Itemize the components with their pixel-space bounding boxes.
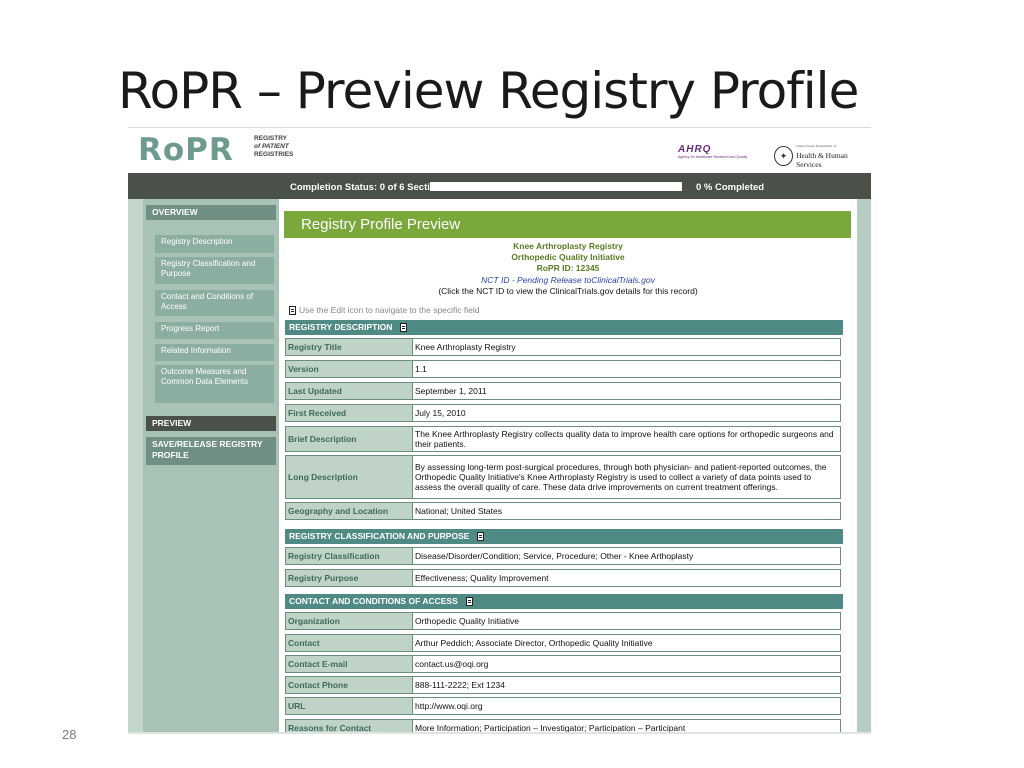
slide-number: 28 bbox=[62, 727, 77, 742]
ropr-logo[interactable]: RoPR bbox=[138, 132, 234, 168]
section-header-registry-description: REGISTRY DESCRIPTION bbox=[285, 320, 843, 335]
field-value: Effectiveness; Quality Improvement bbox=[415, 573, 549, 583]
section-header-contact-access: CONTACT AND CONDITIONS OF ACCESS bbox=[285, 594, 843, 609]
site-header: RoPR REGISTRY of PATIENT REGISTRIES AHRQ… bbox=[128, 127, 871, 173]
field-value: Orthopedic Quality Initiative bbox=[415, 616, 519, 626]
sidebar-item-classification-purpose[interactable]: Registry Classification and Purpose bbox=[155, 257, 274, 284]
hhs-logo[interactable]: ✦ United States Department of Health & H… bbox=[774, 142, 871, 169]
field-value: 1.1 bbox=[415, 364, 427, 374]
field-row-long-description: Long Description By assessing long-term … bbox=[285, 455, 841, 499]
edit-hint: Use the Edit icon to navigate to the spe… bbox=[289, 305, 480, 315]
left-margin bbox=[128, 199, 143, 734]
hhs-name: Health & Human Services bbox=[796, 151, 848, 169]
sidebar-item-contact-access[interactable]: Contact and Conditions of Access bbox=[155, 290, 274, 316]
field-row-registry-classification: Registry Classification Disease/Disorder… bbox=[285, 547, 841, 565]
sidebar-item-registry-description[interactable]: Registry Description bbox=[155, 235, 274, 253]
field-value: Arthur Peddich; Associate Director, Orth… bbox=[415, 638, 653, 648]
nct-id-note: (Click the NCT ID to view the ClinicalTr… bbox=[438, 286, 698, 296]
field-value[interactable]: http://www.oqi.org bbox=[413, 698, 840, 714]
field-row-registry-purpose: Registry Purpose Effectiveness; Quality … bbox=[285, 569, 841, 587]
field-row-contact: Contact Arthur Peddich; Associate Direct… bbox=[285, 634, 841, 652]
field-value: Disease/Disorder/Condition; Service, Pro… bbox=[415, 551, 694, 561]
field-value: The Knee Arthroplasty Registry collects … bbox=[415, 429, 834, 449]
edit-document-icon[interactable] bbox=[477, 532, 485, 541]
bottom-divider bbox=[128, 732, 871, 734]
organization-name: Orthopedic Quality Initiative bbox=[511, 252, 625, 262]
ahrq-logo[interactable]: AHRQ Agency for Healthcare Research and … bbox=[678, 144, 747, 159]
edit-document-icon[interactable] bbox=[400, 323, 408, 332]
nct-id-link[interactable]: NCT ID - Pending Release toClinicalTrial… bbox=[279, 275, 857, 286]
field-label: Long Description bbox=[286, 456, 413, 498]
sidebar-item-related-information[interactable]: Related Information bbox=[155, 344, 274, 361]
ropr-id: RoPR ID: 12345 bbox=[536, 263, 600, 273]
sidebar-preview[interactable]: PREVIEW bbox=[146, 416, 276, 431]
section-header-classification-purpose: REGISTRY CLASSIFICATION AND PURPOSE bbox=[285, 529, 843, 544]
completion-status-bar: Completion Status: 0 of 6 Sections 0 % C… bbox=[128, 173, 871, 199]
ropr-logo-subtitle: REGISTRY of PATIENT REGISTRIES bbox=[254, 135, 293, 159]
field-label: First Received bbox=[286, 405, 413, 421]
field-label: Brief Description bbox=[286, 427, 413, 451]
field-label: Contact E-mail bbox=[286, 656, 413, 672]
field-label: Version bbox=[286, 361, 413, 377]
completion-percent: 0 % Completed bbox=[696, 182, 765, 193]
sidebar-save-release[interactable]: SAVE/RELEASE REGISTRY PROFILE bbox=[146, 437, 276, 465]
screenshot-frame: RoPR REGISTRY of PATIENT REGISTRIES AHRQ… bbox=[128, 127, 871, 734]
field-row-brief-description: Brief Description The Knee Arthroplasty … bbox=[285, 426, 841, 452]
field-value: By assessing long-term post-surgical pro… bbox=[415, 462, 827, 492]
field-value: National; United States bbox=[415, 506, 502, 516]
slide-title: RoPR – Preview Registry Profile bbox=[118, 62, 859, 120]
field-label: Organization bbox=[286, 613, 413, 629]
field-row-url: URL http://www.oqi.org bbox=[285, 697, 841, 715]
field-value: Knee Arthroplasty Registry bbox=[415, 342, 516, 352]
field-value: September 1, 2011 bbox=[415, 386, 487, 396]
sidebar-nav: OVERVIEW Registry Description Registry C… bbox=[143, 199, 279, 734]
field-label: Registry Purpose bbox=[286, 570, 413, 586]
field-row-geography: Geography and Location National; United … bbox=[285, 502, 841, 520]
field-label: Registry Classification bbox=[286, 548, 413, 564]
hhs-small-text: United States Department of bbox=[796, 144, 837, 148]
field-row-contact-email: Contact E-mail contact.us@oqi.org bbox=[285, 655, 841, 673]
section-title: REGISTRY CLASSIFICATION AND PURPOSE bbox=[289, 531, 470, 541]
sidebar-item-outcome-measures[interactable]: Outcome Measures and Common Data Element… bbox=[155, 365, 274, 403]
field-row-contact-phone: Contact Phone 888-111-2222; Ext 1234 bbox=[285, 676, 841, 694]
field-label: Contact Phone bbox=[286, 677, 413, 693]
field-value: 888-111-2222; Ext 1234 bbox=[415, 680, 505, 690]
section-title: CONTACT AND CONDITIONS OF ACCESS bbox=[289, 596, 458, 606]
hhs-text: United States Department of Health & Hum… bbox=[796, 142, 871, 169]
field-row-version: Version 1.1 bbox=[285, 360, 841, 378]
ahrq-tagline: Agency for Healthcare Research and Quali… bbox=[678, 155, 748, 159]
field-value[interactable]: contact.us@oqi.org bbox=[413, 656, 840, 672]
logo-sub-line: REGISTRY bbox=[254, 135, 287, 142]
field-row-registry-title: Registry Title Knee Arthroplasty Registr… bbox=[285, 338, 841, 356]
completion-status-label: Completion Status: 0 of 6 Sections bbox=[290, 182, 447, 193]
ahrq-mark: AHRQ bbox=[678, 144, 712, 155]
right-margin bbox=[857, 199, 871, 734]
field-row-last-updated: Last Updated September 1, 2011 bbox=[285, 382, 841, 400]
profile-preview-banner: Registry Profile Preview bbox=[284, 211, 851, 238]
main-content: Registry Profile Preview Knee Arthroplas… bbox=[279, 199, 857, 734]
field-label: URL bbox=[286, 698, 413, 714]
field-label: Last Updated bbox=[286, 383, 413, 399]
edit-document-icon[interactable] bbox=[465, 597, 473, 606]
completion-progress-bar bbox=[430, 182, 682, 191]
edit-document-icon bbox=[289, 305, 296, 315]
field-row-first-received: First Received July 15, 2010 bbox=[285, 404, 841, 422]
logo-sub-line: of PATIENT bbox=[254, 143, 289, 150]
edit-hint-text: Use the Edit icon to navigate to the spe… bbox=[299, 305, 480, 315]
hhs-seal-icon: ✦ bbox=[774, 145, 794, 166]
field-row-organization: Organization Orthopedic Quality Initiati… bbox=[285, 612, 841, 630]
field-label: Registry Title bbox=[286, 339, 413, 355]
sidebar-item-progress-report[interactable]: Progress Report bbox=[155, 322, 274, 339]
logo-sub-line: REGISTRIES bbox=[254, 151, 294, 158]
field-value: July 15, 2010 bbox=[415, 408, 466, 418]
section-title: REGISTRY DESCRIPTION bbox=[289, 322, 393, 332]
field-label: Geography and Location bbox=[286, 503, 413, 519]
field-label: Contact bbox=[286, 635, 413, 651]
sidebar-overview[interactable]: OVERVIEW bbox=[146, 205, 276, 220]
registry-name: Knee Arthroplasty Registry bbox=[513, 241, 623, 251]
